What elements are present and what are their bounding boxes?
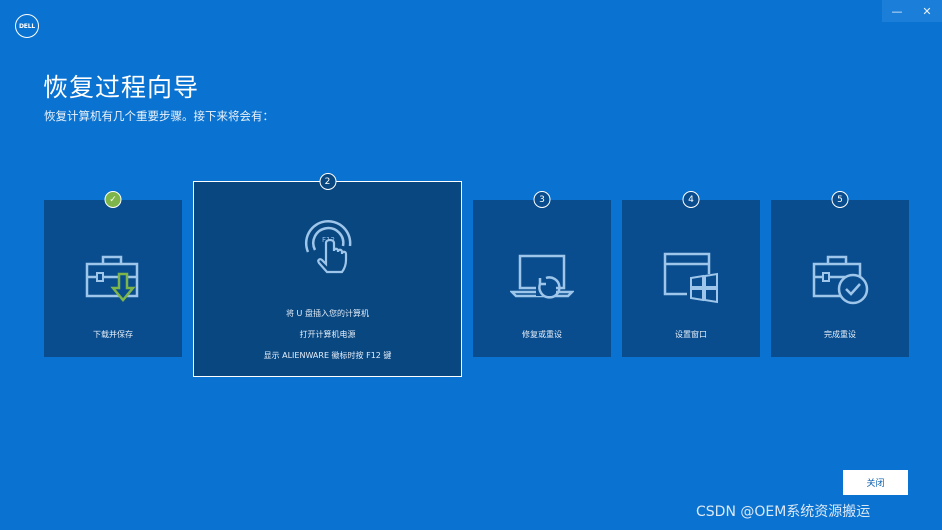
toolbox-download-icon — [85, 255, 139, 302]
step-card-download: ✓ 下载并保存 — [44, 191, 182, 357]
toolbox-check-icon — [812, 255, 869, 305]
step-badge: 4 — [682, 191, 700, 208]
step-label: 修复或重设 — [522, 330, 562, 339]
step-label: 下载并保存 — [93, 330, 133, 339]
step-instructions: 将 U 盘插入您的计算机 打开计算机电源 显示 ALIENWARE 徽标时按 F… — [194, 308, 461, 361]
step-badge: 3 — [533, 191, 551, 208]
step-badge: 5 — [831, 191, 849, 208]
close-window-button[interactable]: ✕ — [912, 0, 942, 22]
windows-setup-icon — [663, 252, 719, 304]
check-icon: ✓ — [109, 194, 117, 205]
instruction-line: 打开计算机电源 — [299, 330, 356, 339]
page-title: 恢复过程向导 — [43, 73, 200, 102]
step-card-boot-usb: 2 F12 将 U 盘插入您的计算机 打开计算机电源 显示 ALIENWARE … — [193, 173, 462, 377]
close-button[interactable]: 关闭 — [843, 470, 908, 495]
page-subtitle: 恢复计算机有几个重要步骤。接下来将会有： — [44, 109, 274, 123]
dell-logo-text: DELL — [19, 22, 35, 30]
laptop-restore-icon — [510, 254, 574, 299]
step-number: 2 — [324, 176, 331, 187]
step-number: 4 — [688, 194, 694, 205]
step-card-complete: 5 完成重设 — [771, 191, 909, 357]
finger-press-f12-icon: F12 — [304, 220, 351, 274]
watermark: CSDN @OEM系统资源搬运 — [696, 504, 871, 520]
step-label: 设置窗口 — [675, 330, 707, 339]
step-badge: 2 — [319, 173, 336, 190]
step-number: 5 — [837, 194, 843, 205]
dell-logo: DELL — [15, 14, 39, 38]
minimize-icon: — — [891, 4, 903, 18]
step-label: 完成重设 — [824, 330, 856, 339]
close-icon: ✕ — [922, 4, 932, 18]
instruction-line: 将 U 盘插入您的计算机 — [286, 309, 369, 318]
step-card-repair: 3 修复或重设 — [473, 191, 611, 357]
instruction-line: 显示 ALIENWARE 徽标时按 F12 键 — [263, 351, 392, 360]
step-number: 3 — [539, 194, 545, 205]
step-card-setup-windows: 4 设置窗口 — [622, 191, 760, 357]
minimize-button[interactable]: — — [882, 0, 912, 22]
window-controls: — ✕ — [882, 0, 942, 22]
step-badge-done: ✓ — [104, 191, 122, 208]
